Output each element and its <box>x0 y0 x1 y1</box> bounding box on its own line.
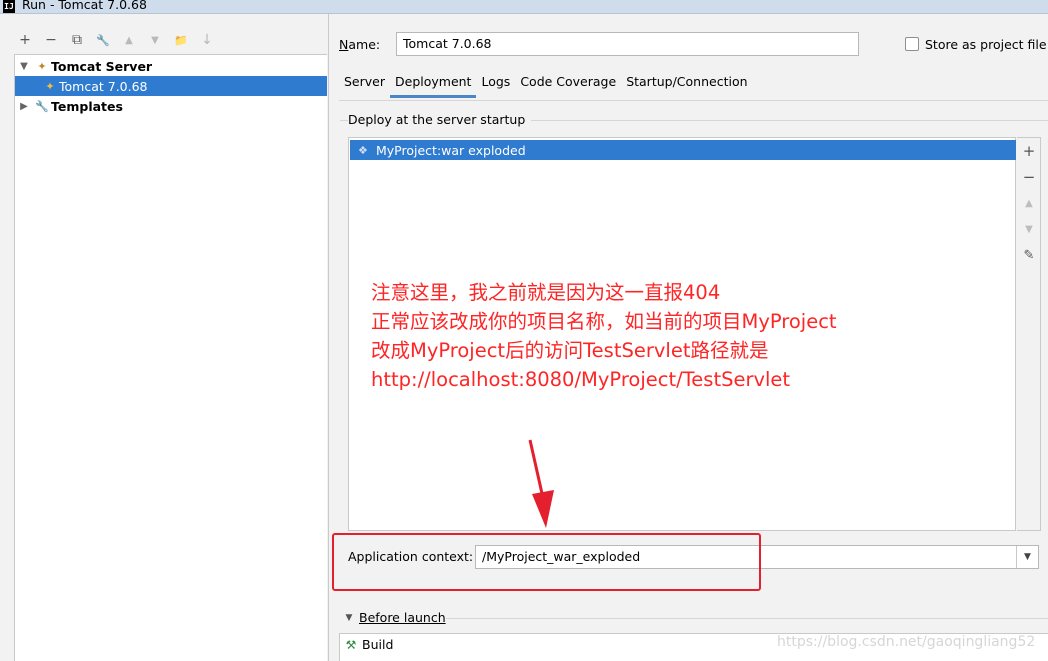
wrench-icon: 🔧 <box>35 99 49 113</box>
annotation-line: http://localhost:8080/MyProject/TestServ… <box>371 368 791 391</box>
artifact-label: MyProject:war exploded <box>376 142 526 158</box>
before-launch-header[interactable]: ▼ Before launch <box>339 610 446 625</box>
annotation-arrow <box>528 439 554 528</box>
move-up-icon[interactable]: ▲ <box>116 30 142 50</box>
add-icon[interactable]: + <box>12 30 38 50</box>
tree-item-label: Tomcat Server <box>51 58 153 74</box>
move-down-icon[interactable]: ▼ <box>142 30 168 50</box>
deploy-section-title: Deploy at the server startup <box>348 112 532 127</box>
name-field[interactable]: Tomcat 7.0.68 <box>396 32 859 56</box>
tree-item-tomcat-7[interactable]: ✦ Tomcat 7.0.68 <box>15 76 327 96</box>
title-bar: IJ Run - Tomcat 7.0.68 <box>0 0 1048 14</box>
remove-icon[interactable]: − <box>38 30 64 50</box>
tab-logs[interactable]: Logs <box>476 70 515 98</box>
name-label-mnemonic: N <box>339 37 349 52</box>
store-as-project-label[interactable]: Store as project file <box>925 37 1047 52</box>
chevron-down-icon[interactable]: ▼ <box>15 61 33 72</box>
highlight-box <box>332 533 761 591</box>
chevron-right-icon[interactable]: ▶ <box>15 101 33 112</box>
list-item-build[interactable]: ⚒ Build <box>340 637 394 652</box>
name-label: Name: <box>339 37 380 52</box>
chevron-down-icon[interactable]: ▼ <box>1016 546 1038 568</box>
list-item-artifact[interactable]: ❖ MyProject:war exploded <box>350 140 1016 160</box>
move-up-icon[interactable]: ▲ <box>1017 191 1041 215</box>
move-down-icon[interactable]: ▼ <box>1017 217 1041 241</box>
wrench-icon[interactable]: 🔧 <box>90 30 116 50</box>
before-launch-title: Before launch <box>359 610 446 625</box>
annotation-line: 正常应该改成你的项目名称，如当前的项目MyProject <box>371 310 837 333</box>
watermark: https://blog.csdn.net/gaoqingliang52 <box>777 634 1036 650</box>
sidebar-toolbar: + − ⧉ 🔧 ▲ ▼ 📁 ↓ <box>12 30 220 50</box>
annotation-line: 注意这里，我之前就是因为这一直报404 <box>371 281 721 304</box>
tree-item-tomcat-server[interactable]: ▼ ✦ Tomcat Server <box>15 56 327 76</box>
annotation-line: 改成MyProject后的访问TestServlet路径就是 <box>371 339 769 362</box>
tree-item-label: Templates <box>51 98 123 114</box>
tab-deployment[interactable]: Deployment <box>390 70 477 98</box>
tab-server[interactable]: Server <box>339 70 390 98</box>
remove-icon[interactable]: − <box>1017 165 1041 189</box>
folder-add-icon[interactable]: 📁 <box>168 30 194 50</box>
section-divider <box>446 618 1048 619</box>
artifact-icon: ❖ <box>358 143 368 157</box>
add-icon[interactable]: + <box>1017 139 1041 163</box>
build-label: Build <box>362 637 394 652</box>
copy-icon[interactable]: ⧉ <box>64 30 90 50</box>
annotation-text: 注意这里，我之前就是因为这一直报404 正常应该改成你的项目名称，如当前的项目M… <box>371 278 837 394</box>
tab-startup-connection[interactable]: Startup/Connection <box>621 70 752 98</box>
deploy-list-actions: + − ▲ ▼ ✎ <box>1017 137 1041 531</box>
tree-item-templates[interactable]: ▶ 🔧 Templates <box>15 96 327 116</box>
tree-item-label: Tomcat 7.0.68 <box>59 78 148 94</box>
config-tree: ▼ ✦ Tomcat Server ✦ Tomcat 7.0.68 ▶ 🔧 Te… <box>14 54 327 661</box>
tab-code-coverage[interactable]: Code Coverage <box>515 70 621 98</box>
hammer-icon: ⚒ <box>345 637 357 652</box>
name-label-rest: ame: <box>348 37 381 52</box>
tomcat-icon: ✦ <box>45 79 55 93</box>
tomcat-icon: ✦ <box>37 59 47 73</box>
chevron-down-icon[interactable]: ▼ <box>339 613 359 623</box>
store-as-project-checkbox[interactable] <box>905 37 919 51</box>
config-tabs: Server Deployment Logs Code Coverage Sta… <box>339 70 753 98</box>
sort-icon[interactable]: ↓ <box>194 30 220 50</box>
intellij-app-icon: IJ <box>3 0 15 13</box>
edit-icon[interactable]: ✎ <box>1017 243 1041 267</box>
window-title: Run - Tomcat 7.0.68 <box>22 0 147 12</box>
run-config-sidebar: + − ⧉ 🔧 ▲ ▼ 📁 ↓ ▼ ✦ Tomcat Server ✦ Tomc… <box>0 14 329 661</box>
